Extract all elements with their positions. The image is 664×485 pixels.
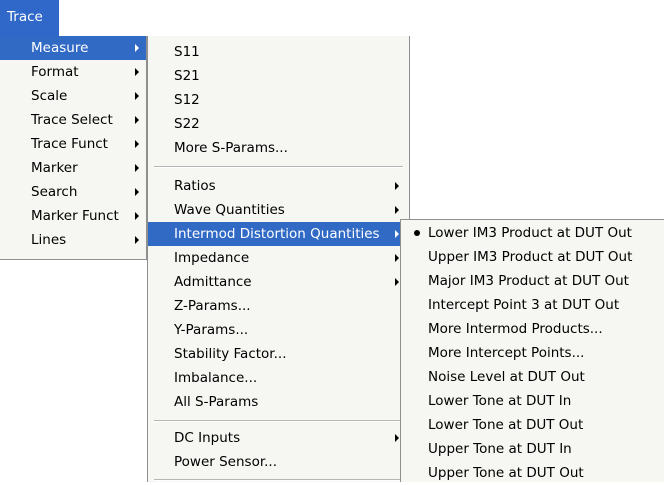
submenu-arrow-icon <box>135 92 139 100</box>
menu-item-label: Impedance <box>174 250 250 266</box>
menu-item-intercept-point-3[interactable]: Intercept Point 3 at DUT Out <box>401 293 664 317</box>
menu-item-imbalance[interactable]: Imbalance... <box>148 366 410 390</box>
submenu-arrow-icon <box>395 230 399 238</box>
menu-item-label: Scale <box>31 88 68 104</box>
menu-item-label: S11 <box>174 44 200 60</box>
submenu-arrow-icon <box>135 44 139 52</box>
radio-bullet-icon <box>414 230 420 236</box>
menu-item-label: Upper IM3 Product at DUT Out <box>428 249 633 265</box>
menu-item-all-s-params[interactable]: All S-Params <box>148 390 410 414</box>
submenu-arrow-icon <box>395 254 399 262</box>
menu-item-s21[interactable]: S21 <box>148 64 410 88</box>
trace-menu: Measure Format Scale Trace Select Trace … <box>0 36 147 260</box>
menu-item-lower-tone-out[interactable]: Lower Tone at DUT Out <box>401 413 664 437</box>
menu-item-label: Power Sensor... <box>174 454 278 470</box>
menu-item-label: Imbalance... <box>174 370 258 386</box>
menu-item-power-sensor[interactable]: Power Sensor... <box>148 450 410 474</box>
menu-item-scale[interactable]: Scale <box>0 84 146 108</box>
menu-item-label: Format <box>31 64 79 80</box>
menu-item-label: More Intercept Points... <box>428 345 585 361</box>
submenu-arrow-icon <box>395 278 399 286</box>
menu-item-s22[interactable]: S22 <box>148 112 410 136</box>
menu-item-label: Trace Funct <box>31 136 108 152</box>
menu-item-format[interactable]: Format <box>0 60 146 84</box>
menu-item-label: Stability Factor... <box>174 346 287 362</box>
menu-item-s11[interactable]: S11 <box>148 40 410 64</box>
submenu-arrow-icon <box>395 182 399 190</box>
menu-separator <box>154 420 403 422</box>
menu-item-label: S12 <box>174 92 200 108</box>
submenu-arrow-icon <box>135 236 139 244</box>
menu-item-label: Major IM3 Product at DUT Out <box>428 273 629 289</box>
menu-item-upper-tone-out[interactable]: Upper Tone at DUT Out <box>401 461 664 485</box>
menu-item-admittance[interactable]: Admittance <box>148 270 410 294</box>
submenu-arrow-icon <box>135 140 139 148</box>
menu-item-label: Lower Tone at DUT Out <box>428 417 584 433</box>
menu-item-label: Z-Params... <box>174 298 251 314</box>
menu-item-s12[interactable]: S12 <box>148 88 410 112</box>
menu-item-label: Lines <box>31 232 67 248</box>
menu-item-label: Lower IM3 Product at DUT Out <box>428 225 632 241</box>
submenu-arrow-icon <box>395 206 399 214</box>
submenu-arrow-icon <box>135 212 139 220</box>
menu-item-label: Noise Level at DUT Out <box>428 369 585 385</box>
menu-item-impedance[interactable]: Impedance <box>148 246 410 270</box>
menu-item-trace-funct[interactable]: Trace Funct <box>0 132 146 156</box>
menu-item-intermod-distortion-quantities[interactable]: Intermod Distortion Quantities <box>148 222 410 246</box>
menu-item-label: Upper Tone at DUT Out <box>428 465 584 481</box>
menu-item-search[interactable]: Search <box>0 180 146 204</box>
menu-item-label: Ratios <box>174 178 216 194</box>
menu-bar: Trace <box>0 0 664 36</box>
menu-item-label: Lower Tone at DUT In <box>428 393 572 409</box>
menu-item-marker[interactable]: Marker <box>0 156 146 180</box>
menu-separator <box>154 479 403 481</box>
submenu-arrow-icon <box>135 68 139 76</box>
menu-item-label: S22 <box>174 116 200 132</box>
menu-item-label: Measure <box>31 40 89 56</box>
menu-item-measure[interactable]: Measure <box>0 36 146 60</box>
menu-item-trace-select[interactable]: Trace Select <box>0 108 146 132</box>
menu-item-label: More Intermod Products... <box>428 321 603 337</box>
menu-item-upper-tone-in[interactable]: Upper Tone at DUT In <box>401 437 664 461</box>
menu-item-dc-inputs[interactable]: DC Inputs <box>148 426 410 450</box>
menu-item-label: Y-Params... <box>174 322 249 338</box>
menu-item-marker-funct[interactable]: Marker Funct <box>0 204 146 228</box>
menu-item-more-s-params[interactable]: More S-Params... <box>148 136 410 160</box>
menu-item-z-params[interactable]: Z-Params... <box>148 294 410 318</box>
menu-trace[interactable]: Trace <box>0 0 59 36</box>
menu-item-label: Marker Funct <box>31 208 119 224</box>
menu-item-label: Intermod Distortion Quantities <box>174 226 380 242</box>
menu-item-label: More S-Params... <box>174 140 288 156</box>
menu-separator <box>154 166 403 168</box>
menu-item-label: Wave Quantities <box>174 202 285 218</box>
menu-item-major-im3-product[interactable]: Major IM3 Product at DUT Out <box>401 269 664 293</box>
menu-item-label: Upper Tone at DUT In <box>428 441 572 457</box>
menu-item-wave-quantities[interactable]: Wave Quantities <box>148 198 410 222</box>
submenu-arrow-icon <box>135 188 139 196</box>
menu-item-label: Search <box>31 184 78 200</box>
menu-item-label: Intercept Point 3 at DUT Out <box>428 297 620 313</box>
submenu-arrow-icon <box>135 164 139 172</box>
menu-item-label: S21 <box>174 68 200 84</box>
submenu-arrow-icon <box>135 116 139 124</box>
menu-item-label: Trace Select <box>31 112 113 128</box>
menu-item-lower-im3-product[interactable]: Lower IM3 Product at DUT Out <box>401 221 664 245</box>
menu-item-lines[interactable]: Lines <box>0 228 146 252</box>
menu-item-label: Admittance <box>174 274 252 290</box>
submenu-arrow-icon <box>395 434 399 442</box>
menu-item-noise-level[interactable]: Noise Level at DUT Out <box>401 365 664 389</box>
menu-item-lower-tone-in[interactable]: Lower Tone at DUT In <box>401 389 664 413</box>
menu-item-stability-factor[interactable]: Stability Factor... <box>148 342 410 366</box>
menu-item-label: DC Inputs <box>174 430 241 446</box>
menu-item-ratios[interactable]: Ratios <box>148 174 410 198</box>
menu-item-more-intercept-points[interactable]: More Intercept Points... <box>401 341 664 365</box>
menu-item-upper-im3-product[interactable]: Upper IM3 Product at DUT Out <box>401 245 664 269</box>
menu-item-label: Marker <box>31 160 78 176</box>
menu-item-more-intermod-products[interactable]: More Intermod Products... <box>401 317 664 341</box>
menu-item-label: All S-Params <box>174 394 259 410</box>
menu-item-y-params[interactable]: Y-Params... <box>148 318 410 342</box>
measure-submenu: S11 S21 S12 S22 More S-Params... Ratios … <box>147 36 410 482</box>
intermod-distortion-submenu: Lower IM3 Product at DUT Out Upper IM3 P… <box>400 219 664 482</box>
